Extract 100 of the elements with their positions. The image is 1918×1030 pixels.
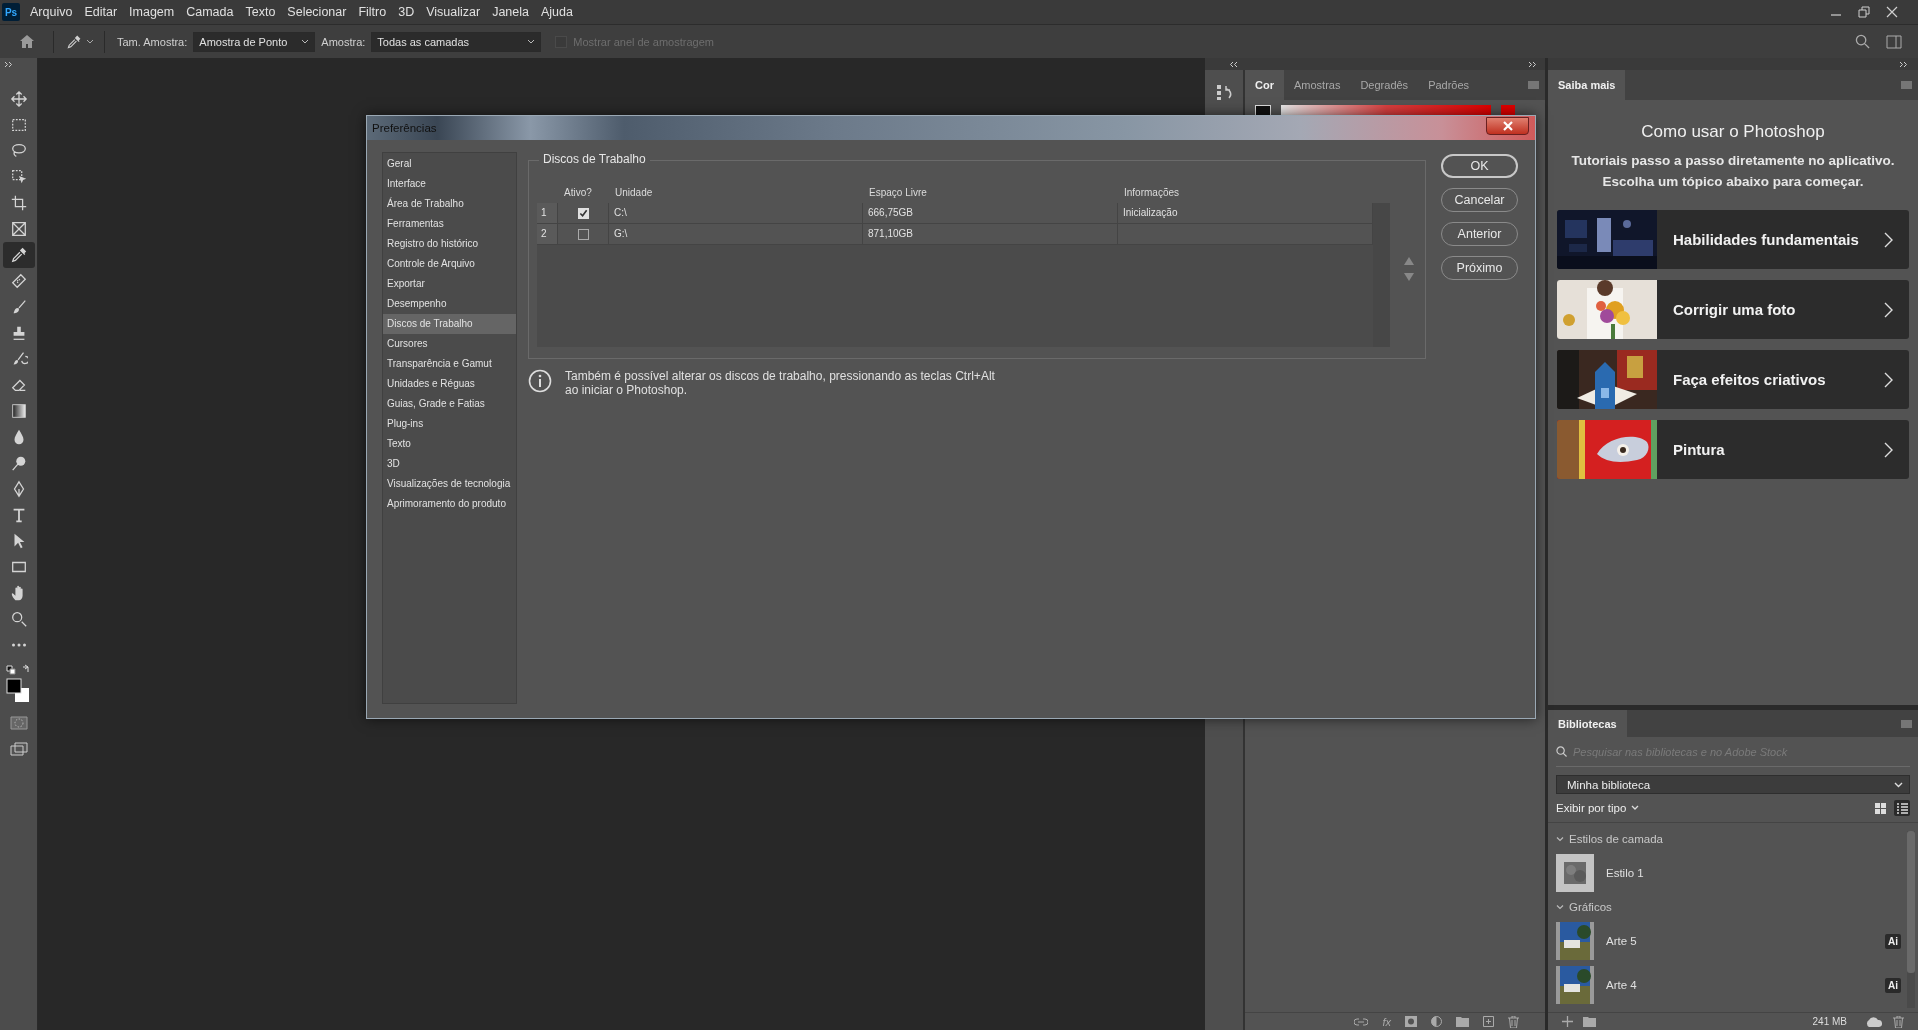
tool-preset-picker[interactable] <box>66 33 94 50</box>
folder-icon[interactable] <box>1583 1016 1596 1027</box>
panel-tab[interactable]: Padrões <box>1418 70 1480 100</box>
asset-name[interactable]: Arte 5 <box>1606 935 1637 947</box>
category-item[interactable]: Texto <box>383 434 516 454</box>
dialog-button[interactable]: OK <box>1441 154 1518 178</box>
file-type-badge: Ai <box>1885 977 1901 993</box>
menu-item[interactable]: Editar <box>84 5 118 19</box>
tutorial-card[interactable]: Habilidades fundamentais <box>1557 210 1909 269</box>
dodge-icon <box>9 454 28 472</box>
section-title[interactable]: Gráficos <box>1569 901 1612 913</box>
table-cell: C:\ <box>609 203 863 224</box>
asset-name[interactable]: Estilo 1 <box>1606 867 1644 879</box>
tutorial-card[interactable]: Corrigir uma foto <box>1557 280 1909 339</box>
category-item[interactable]: Controle de Arquivo <box>383 254 516 274</box>
panel-tab[interactable]: Degradês <box>1350 70 1419 100</box>
workspace-icon[interactable] <box>1886 34 1902 49</box>
caret-icon <box>1894 781 1903 788</box>
category-item[interactable]: Cursores <box>383 334 516 354</box>
menu-item[interactable]: Selecionar <box>287 5 347 19</box>
menu-item[interactable]: Imagem <box>129 5 175 19</box>
category-item[interactable]: Plug-ins <box>383 414 516 434</box>
gradient-icon <box>9 402 28 420</box>
expand-icon[interactable] <box>1528 60 1537 68</box>
new-layer-icon[interactable] <box>1483 1016 1494 1027</box>
category-item[interactable]: Desempenho <box>383 294 516 314</box>
caret-icon[interactable] <box>1556 835 1564 843</box>
checkbox[interactable] <box>577 228 589 240</box>
plus-icon[interactable] <box>1562 1016 1573 1027</box>
restore-icon[interactable] <box>1858 6 1870 18</box>
link-icon[interactable] <box>1354 1016 1369 1027</box>
folder-icon[interactable] <box>1456 1016 1469 1027</box>
trash-icon[interactable] <box>1893 1015 1904 1028</box>
category-item[interactable]: Guias, Grade e Fatias <box>383 394 516 414</box>
panel-tab[interactable]: Cor <box>1245 70 1284 100</box>
menu-item[interactable]: 3D <box>398 5 415 19</box>
menu-item[interactable]: Camada <box>186 5 234 19</box>
menu-item[interactable]: Janela <box>492 5 529 19</box>
category-item[interactable]: Área de Trabalho <box>383 194 516 214</box>
expand-icon[interactable] <box>4 60 13 68</box>
menu-item[interactable]: Visualizar <box>426 5 481 19</box>
grid-view-button[interactable] <box>1872 800 1888 816</box>
menu-item[interactable]: Ajuda <box>541 5 573 19</box>
marquee-icon <box>9 116 28 134</box>
move-icon <box>9 90 28 108</box>
panel-tab[interactable]: Amostras <box>1283 70 1351 100</box>
home-icon[interactable] <box>19 34 35 49</box>
caret-icon <box>527 38 536 45</box>
field-label: Amostra: <box>321 35 366 48</box>
file-type-badge: Ai <box>1885 933 1901 949</box>
tutorial-card[interactable]: Faça efeitos criativos <box>1557 350 1909 409</box>
category-item[interactable]: Interface <box>383 174 516 194</box>
caret-icon <box>86 38 94 45</box>
category-item[interactable]: Visualizações de tecnologia <box>383 474 516 494</box>
category-item[interactable]: 3D <box>383 454 516 474</box>
quick-mask-icon[interactable] <box>9 716 28 730</box>
scrollbar[interactable] <box>1907 831 1915 1008</box>
sample-dropdown[interactable]: Todas as camadas <box>371 31 542 52</box>
category-item[interactable]: Aprimoramento do produto <box>383 494 516 514</box>
category-item[interactable]: Registro do histórico <box>383 234 516 254</box>
expand-icon[interactable] <box>1899 60 1908 68</box>
learn-subtitle: Tutoriais passo a passo diretamente no aplicativo. Escolha um tópico abaixo para começar. <box>1570 152 1896 191</box>
category-item[interactable]: Exportar <box>383 274 516 294</box>
info-text: Também é possível alterar os discos de trabalho, pressionando as teclas Ctrl+Alt ao iniciar o Photoshop. <box>565 369 995 397</box>
close-button[interactable] <box>1486 117 1529 135</box>
chevron-right-icon <box>1884 441 1893 458</box>
list-view-button[interactable] <box>1894 800 1910 816</box>
menu-item[interactable]: Filtro <box>358 5 387 19</box>
tutorial-card[interactable]: Pintura <box>1557 420 1909 479</box>
category-item[interactable]: Unidades e Réguas <box>383 374 516 394</box>
panel-tab[interactable]: Bibliotecas <box>1548 710 1627 737</box>
view-by-dropdown[interactable]: Exibir por tipo <box>1556 802 1640 814</box>
caret-icon <box>1631 805 1640 811</box>
library-dropdown[interactable]: Minha biblioteca <box>1556 775 1910 794</box>
history-icon[interactable] <box>1215 83 1233 101</box>
cloud-icon[interactable] <box>1865 1016 1883 1027</box>
screen-mode-icon[interactable] <box>9 742 28 756</box>
collapse-icon[interactable] <box>1229 60 1238 68</box>
category-item[interactable]: Discos de Trabalho <box>383 314 516 334</box>
sample-size-dropdown[interactable]: Amostra de Ponto <box>193 31 316 52</box>
trash-icon[interactable] <box>1508 1015 1519 1028</box>
menu-item[interactable]: Texto <box>245 5 276 19</box>
close-icon[interactable] <box>1886 6 1898 18</box>
mask-icon[interactable] <box>1405 1016 1417 1027</box>
app-logo[interactable]: Ps <box>2 3 20 21</box>
table-cell: Inicialização <box>1118 203 1373 224</box>
panel-tab[interactable]: Saiba mais <box>1548 70 1626 100</box>
menu-item[interactable]: Arquivo <box>30 5 73 19</box>
adjustment-icon[interactable] <box>1431 1016 1442 1027</box>
column-header: Unidade <box>614 186 654 200</box>
category-item[interactable]: Geral <box>383 154 516 174</box>
category-item[interactable]: Ferramentas <box>383 214 516 234</box>
asset-name[interactable]: Arte 4 <box>1606 979 1637 991</box>
field-label: Tam. Amostra: <box>117 35 188 48</box>
table-cell: G:\ <box>609 224 863 245</box>
search-icon[interactable] <box>1855 34 1870 49</box>
tool-button[interactable] <box>2 242 35 268</box>
category-item[interactable]: Transparência e Gamut <box>383 354 516 374</box>
section-title[interactable]: Estilos de camada <box>1569 833 1663 845</box>
caret-icon[interactable] <box>1556 903 1564 911</box>
